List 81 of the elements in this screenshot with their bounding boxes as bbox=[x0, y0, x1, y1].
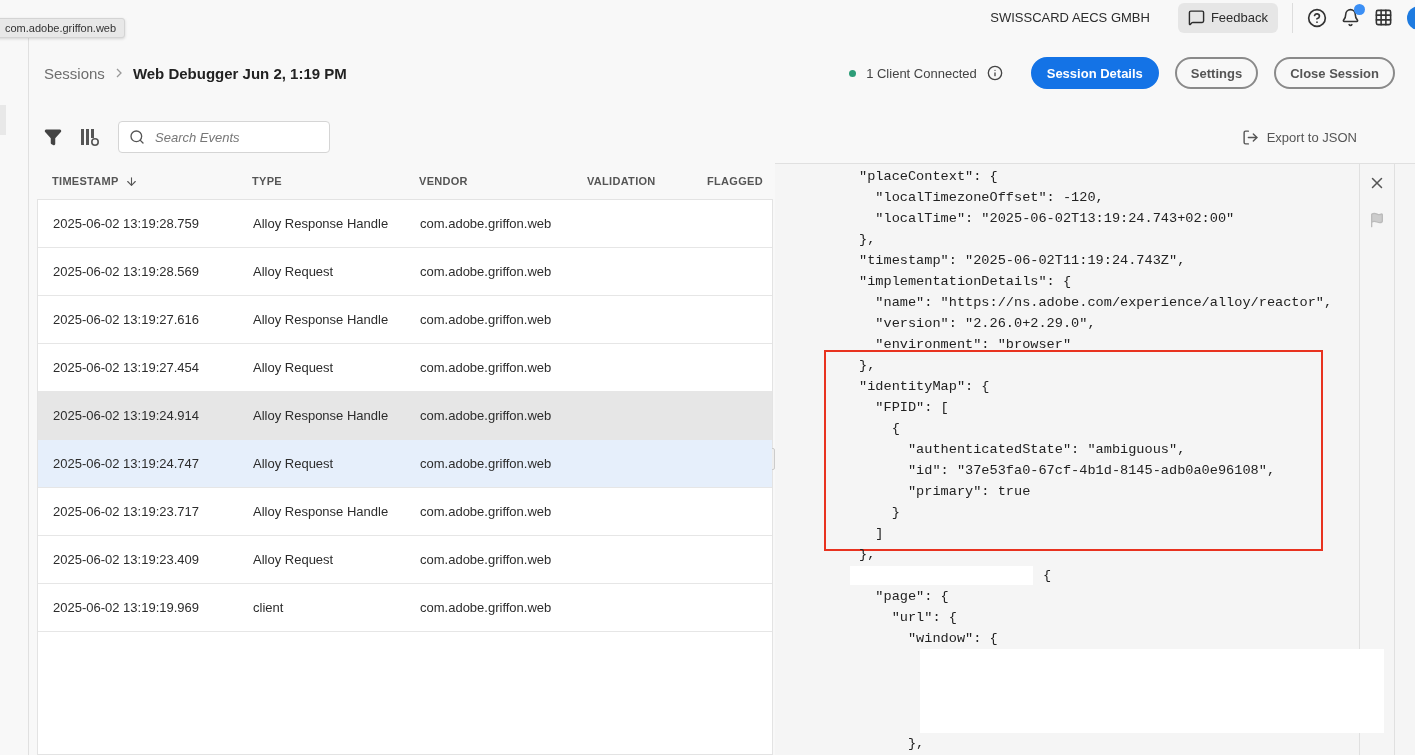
type-cell: Alloy Response Handle bbox=[253, 216, 389, 231]
code-line: "environment": "browser" bbox=[874, 336, 1073, 354]
tooltip: com.adobe.griffon.web bbox=[0, 18, 126, 38]
sort-arrow-icon bbox=[124, 174, 138, 188]
search-field[interactable]: Search Events bbox=[118, 121, 330, 153]
column-header[interactable]: FLAGGED bbox=[692, 175, 773, 187]
breadcrumb-link[interactable]: Sessions bbox=[44, 64, 105, 82]
vendor-cell: com.adobe.griffon.web bbox=[420, 312, 552, 327]
column-header[interactable]: VENDOR bbox=[404, 175, 572, 187]
apps-grid-icon bbox=[1374, 8, 1393, 27]
timestamp-cell: 2025-06-02 13:19:24.747 bbox=[53, 456, 199, 471]
column-header[interactable]: TYPE bbox=[237, 175, 404, 187]
code-line: "implementationDetails": { bbox=[859, 273, 1073, 291]
type-cell: client bbox=[253, 600, 284, 615]
vendor-cell: com.adobe.griffon.web bbox=[420, 264, 552, 279]
info-icon[interactable] bbox=[986, 65, 1003, 81]
code-line: "authenticatedState": "ambiguous", bbox=[906, 441, 1187, 459]
timestamp-cell: 2025-06-02 13:19:27.616 bbox=[53, 312, 199, 327]
code-line: }, bbox=[859, 546, 877, 564]
type-cell: Alloy Request bbox=[253, 264, 334, 279]
feedback-button[interactable]: Feedback bbox=[1177, 2, 1278, 33]
code-line: ] bbox=[874, 525, 885, 543]
timestamp-cell: 2025-06-02 13:19:24.914 bbox=[53, 408, 199, 423]
help-icon bbox=[1307, 7, 1327, 28]
connection-status: 1 Client Connected bbox=[866, 65, 977, 81]
export-button[interactable]: Export to JSON bbox=[1235, 127, 1363, 147]
action-button[interactable]: Settings bbox=[1174, 57, 1259, 89]
code-line: "localTimezoneOffset": -120, bbox=[874, 189, 1105, 207]
vendor-cell: com.adobe.griffon.web bbox=[420, 408, 552, 423]
code-line: "name": "https://ns.adobe.com/experience/alloy/reactor", bbox=[874, 294, 1334, 312]
type-cell: Alloy Response Handle bbox=[253, 408, 389, 423]
code-line: "placeContext": { bbox=[859, 168, 999, 186]
action-button[interactable]: Close Session bbox=[1274, 57, 1395, 89]
code-line: "page": { bbox=[874, 588, 950, 606]
type-cell: Alloy Response Handle bbox=[253, 312, 389, 327]
code-line: "localTime": "2025-06-02T13:19:24.743+02:00" bbox=[874, 210, 1236, 228]
chevron-right-icon bbox=[114, 68, 123, 78]
code-line: "window": { bbox=[906, 630, 999, 648]
timestamp-cell: 2025-06-02 13:19:27.454 bbox=[53, 360, 199, 375]
type-cell: Alloy Request bbox=[253, 360, 334, 375]
speech-bubble-icon bbox=[1187, 9, 1205, 26]
code-line: { bbox=[859, 565, 1359, 586]
code-line: "FPID": [ bbox=[874, 399, 950, 417]
timestamp-cell: 2025-06-02 13:19:28.759 bbox=[53, 216, 199, 231]
event-row[interactable]: 2025-06-02 13:19:24.747 Alloy Request com.adobe.griffon.web bbox=[38, 440, 772, 488]
code-line: "timestamp": "2025-06-02T11:19:24.743Z", bbox=[859, 252, 1187, 270]
code-line: { bbox=[890, 420, 901, 438]
code-line: "id": "37e53fa0-67cf-4b1d-8145-adb0a0e96108", bbox=[906, 462, 1277, 480]
page-title: Web Debugger Jun 2, 1:19 PM bbox=[132, 64, 347, 82]
vendor-cell: com.adobe.griffon.web bbox=[420, 600, 552, 615]
vendor-cell: com.adobe.griffon.web bbox=[420, 216, 552, 231]
type-cell: Alloy Response Handle bbox=[253, 504, 389, 519]
search-icon bbox=[129, 129, 145, 145]
search-input[interactable]: Search Events bbox=[153, 128, 307, 146]
timestamp-cell: 2025-06-02 13:19:28.569 bbox=[53, 264, 199, 279]
export-icon bbox=[1241, 128, 1259, 146]
action-button[interactable]: Session Details bbox=[1030, 57, 1159, 89]
event-row[interactable]: 2025-06-02 13:19:24.914 Alloy Response Handle com.adobe.griffon.web bbox=[38, 392, 772, 440]
bell-icon bbox=[1341, 8, 1360, 27]
code-line: "primary": true bbox=[906, 483, 1032, 501]
timestamp-cell: 2025-06-02 13:19:19.969 bbox=[53, 600, 199, 615]
organization-name: SWISSCARD AECS GMBH bbox=[990, 10, 1150, 25]
filter-icon[interactable] bbox=[44, 128, 62, 146]
type-cell: Alloy Request bbox=[253, 552, 334, 567]
code-line: } bbox=[890, 504, 901, 522]
type-cell: Alloy Request bbox=[253, 456, 334, 471]
code-line: }, bbox=[859, 231, 877, 249]
timestamp-cell: 2025-06-02 13:19:23.717 bbox=[53, 504, 199, 519]
code-line: "url": { bbox=[890, 609, 958, 627]
code-line: "identityMap": { bbox=[859, 378, 991, 396]
code-line: }, bbox=[906, 735, 926, 753]
column-header[interactable]: VALIDATION bbox=[572, 175, 692, 187]
columns-settings-icon[interactable] bbox=[80, 127, 100, 147]
code-line: }, bbox=[859, 357, 877, 375]
column-header[interactable]: TIMESTAMP bbox=[37, 174, 237, 188]
vendor-cell: com.adobe.griffon.web bbox=[420, 504, 552, 519]
timestamp-cell: 2025-06-02 13:19:23.409 bbox=[53, 552, 199, 567]
vendor-cell: com.adobe.griffon.web bbox=[420, 456, 552, 471]
vendor-cell: com.adobe.griffon.web bbox=[420, 552, 552, 567]
code-line: "version": "2.26.0+2.29.0", bbox=[874, 315, 1097, 333]
vendor-cell: com.adobe.griffon.web bbox=[420, 360, 552, 375]
